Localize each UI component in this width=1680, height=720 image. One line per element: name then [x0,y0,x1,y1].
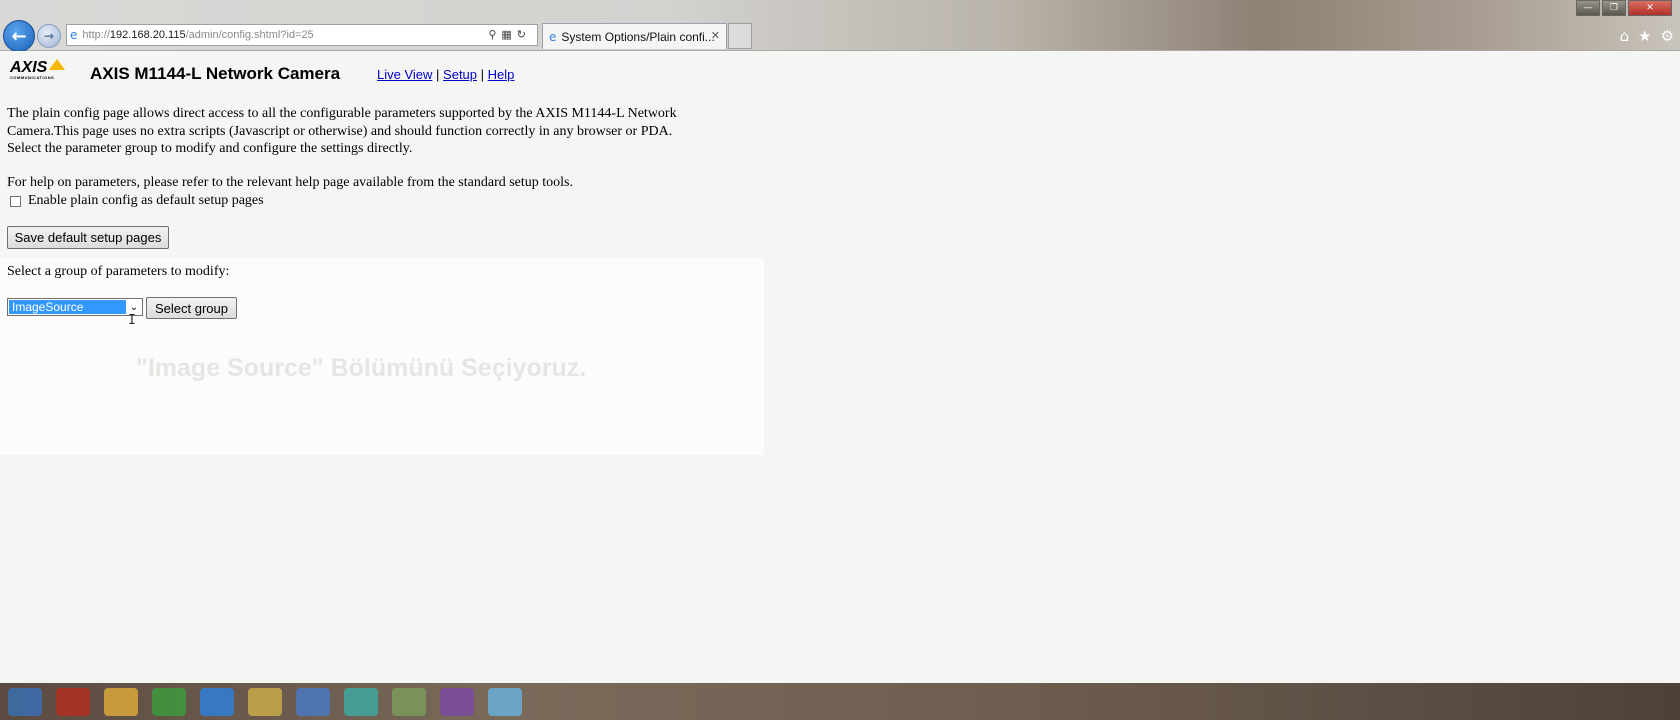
page-title: AXIS M1144-L Network Camera [90,64,341,83]
video-caption: "Image Source" Bölümünü Seçiyoruz. [136,354,587,382]
tab-title: System Options/Plain confi... [561,29,715,44]
explorer-icon[interactable] [248,687,282,716]
intro-line: Select the parameter group to modify and… [7,141,413,156]
ie-icon: e [549,29,557,44]
address-host: 192.168.20.115 [109,29,186,41]
address-prefix: http:// [82,29,110,41]
media-icon[interactable] [56,687,90,716]
forward-icon: → [43,29,55,43]
address-tools: ⚲▦↻ [488,28,531,41]
app-icon[interactable] [344,687,378,716]
nav-separator: | [480,67,485,82]
search-icon[interactable]: ⚲ [488,28,501,41]
compat-icon[interactable]: ▦ [501,28,516,41]
home-icon[interactable]: ⌂ [1620,27,1630,45]
default-setup-checkbox[interactable] [10,195,21,207]
forward-button[interactable]: → [37,24,61,48]
setup-link[interactable]: Setup [443,67,477,82]
logo-triangle-icon [49,59,66,70]
top-nav: Live View | Setup | Help [377,67,514,82]
restore-icon[interactable]: ❐ [1602,0,1626,16]
word-icon[interactable] [296,687,330,716]
page-content: AXIS COMMUNICATIONS AXIS M1144-L Network… [0,51,1680,683]
nav-separator: | [436,67,440,82]
back-button[interactable]: ← [3,20,35,52]
group-selected-value: ImageSource [9,300,126,314]
folder-icon[interactable] [104,687,138,716]
default-setup-checkbox-row: Enable plain config as default setup pag… [10,193,264,209]
star-icon[interactable]: ★ [1638,27,1651,45]
save-default-button[interactable]: Save default setup pages [7,226,169,249]
start-icon[interactable] [8,687,42,716]
app-icon[interactable] [392,687,426,716]
logo-text: AXIS [10,59,48,76]
select-group-button[interactable]: Select group [146,297,237,319]
ie-icon: e [70,28,78,42]
address-bar[interactable]: e http://192.168.20.115/admin/config.sht… [66,24,538,46]
minimize-icon[interactable]: — [1576,0,1600,16]
skype-icon[interactable] [200,687,234,716]
help-text: For help on parameters, please refer to … [7,175,574,190]
gear-icon[interactable]: ⚙ [1661,27,1674,45]
intro-text: The plain config page allows direct acce… [7,105,747,158]
window-controls: — ❐ ✕ [1576,0,1672,16]
new-tab-button[interactable] [728,23,752,49]
close-icon[interactable]: ✕ [1628,0,1672,16]
axis-logo: AXIS COMMUNICATIONS [10,59,66,80]
app-icon[interactable] [440,687,474,716]
tab-active[interactable]: e System Options/Plain confi... ✕ [542,23,727,49]
refresh-icon[interactable]: ↻ [517,28,531,41]
close-tab-icon[interactable]: ✕ [711,29,720,42]
ie-taskbar-icon[interactable] [488,687,522,716]
group-panel: Select a group of parameters to modify: … [0,258,764,455]
address-path: /admin/config.shtml?id=25 [185,29,314,41]
chrome-icon[interactable] [152,687,186,716]
text-cursor-icon: I [128,313,136,328]
checkbox-label: Enable plain config as default setup pag… [28,193,264,208]
logo-subtext: COMMUNICATIONS [10,75,55,80]
back-icon: ← [11,25,27,47]
taskbar [0,683,1680,720]
intro-line: Camera.This page uses no extra scripts (… [7,123,673,139]
group-label: Select a group of parameters to modify: [7,264,230,279]
help-link[interactable]: Help [488,67,515,82]
intro-line: The plain config page allows direct acce… [7,106,677,121]
toolbar-right: ⌂ ★ ⚙ [1620,27,1674,45]
browser-chrome: ← → e http://192.168.20.115/admin/config… [0,0,1680,52]
group-select[interactable]: ImageSource ⌄ [7,298,143,316]
live-view-link[interactable]: Live View [377,67,432,82]
